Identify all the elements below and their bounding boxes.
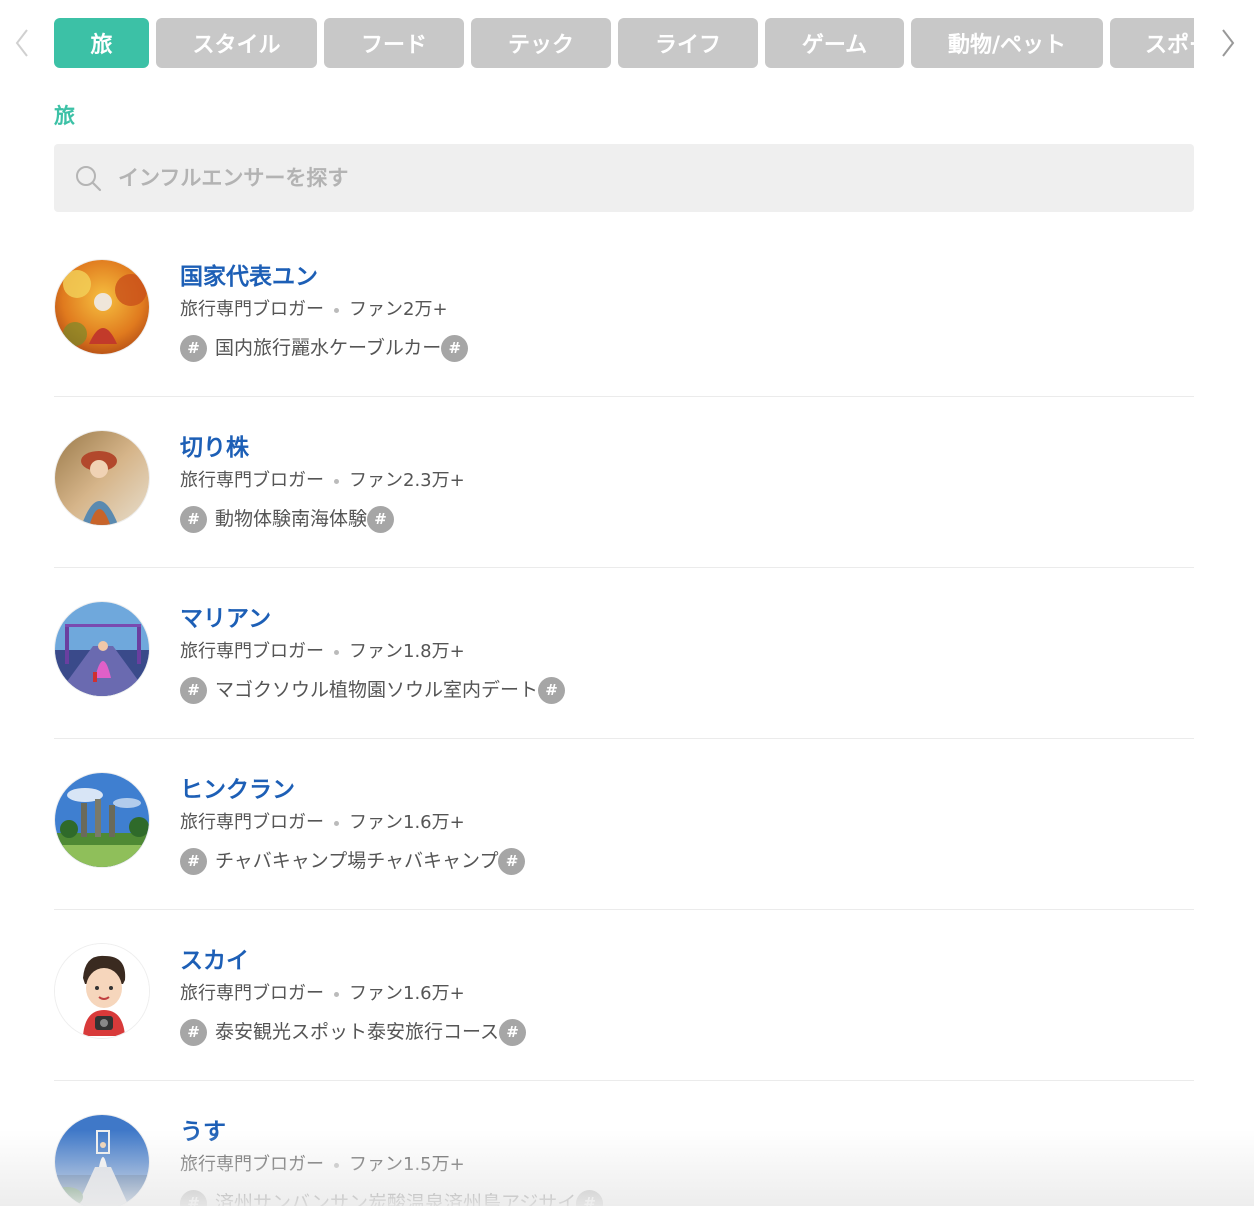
tag-text[interactable]: チャバキャンプ場チャバキャンプ xyxy=(215,847,498,875)
hashtag-icon: # xyxy=(538,676,566,704)
hashtag-icon: # xyxy=(180,1018,207,1046)
influencer-meta: 旅行専門ブロガー ファン1.8万+ xyxy=(180,640,565,664)
influencer-category: 旅行専門ブロガー xyxy=(180,812,324,833)
fan-count: ファン1.6万+ xyxy=(349,812,465,833)
avatar-image xyxy=(55,944,149,1038)
tab-style[interactable]: スタイル xyxy=(156,18,317,68)
avatar[interactable] xyxy=(54,1114,150,1206)
influencer-category: 旅行専門ブロガー xyxy=(180,641,324,662)
avatar-image xyxy=(55,1115,149,1206)
tag-text[interactable]: 動物体験南海体験 xyxy=(215,505,367,533)
influencer-info: ヒンクラン 旅行専門ブロガー ファン1.6万+ # チャバキャンプ場チャバキャン… xyxy=(180,775,526,875)
hashtag-icon: # xyxy=(441,334,469,362)
hashtag-icon: # xyxy=(180,676,207,704)
chevron-right-icon xyxy=(1222,29,1235,57)
tabs-next-button[interactable] xyxy=(1210,18,1246,68)
influencer-category: 旅行専門ブロガー xyxy=(180,299,324,320)
influencer-item[interactable]: スカイ 旅行専門ブロガー ファン1.6万+ # 泰安観光スポット泰安旅行コース … xyxy=(54,910,1194,1081)
tab-travel[interactable]: 旅 xyxy=(54,18,149,68)
avatar-image xyxy=(55,773,149,867)
influencer-info: スカイ 旅行専門ブロガー ファン1.6万+ # 泰安観光スポット泰安旅行コース … xyxy=(180,946,527,1046)
influencer-category: 旅行専門ブロガー xyxy=(180,470,324,491)
influencer-list: 国家代表ユン 旅行専門ブロガー ファン2万+ # 国内旅行麗水ケーブルカー # xyxy=(54,226,1194,1206)
avatar-image xyxy=(55,602,149,696)
tag-text[interactable]: 国内旅行麗水ケーブルカー xyxy=(215,334,441,362)
influencer-item[interactable]: マリアン 旅行専門ブロガー ファン1.8万+ # マゴクソウル植物園ソウル室内デ… xyxy=(54,568,1194,739)
chevron-left-icon xyxy=(15,29,28,57)
avatar[interactable] xyxy=(54,430,150,526)
influencer-item[interactable]: ヒンクラン 旅行専門ブロガー ファン1.6万+ # チャバキャンプ場チャバキャン… xyxy=(54,739,1194,910)
tab-sports[interactable]: スポーツ xyxy=(1110,18,1194,68)
category-tabbar: 旅 スタイル フード テック ライフ ゲーム 動物/ペット スポーツ xyxy=(0,18,1254,68)
search-bar xyxy=(54,144,1194,212)
separator-dot xyxy=(334,478,339,484)
tab-life[interactable]: ライフ xyxy=(618,18,758,68)
hashtag-icon: # xyxy=(498,847,526,875)
tab-game[interactable]: ゲーム xyxy=(765,18,904,68)
avatar[interactable] xyxy=(54,943,150,1039)
avatar-image xyxy=(55,431,149,525)
hashtag-icon: # xyxy=(576,1189,604,1206)
category-tabs: 旅 スタイル フード テック ライフ ゲーム 動物/ペット スポーツ xyxy=(54,18,1194,68)
influencer-info: 切り株 旅行専門ブロガー ファン2.3万+ # 動物体験南海体験 # xyxy=(180,433,465,533)
influencer-tags: # 国内旅行麗水ケーブルカー # xyxy=(180,334,469,362)
hashtag-icon: # xyxy=(180,505,207,533)
separator-dot xyxy=(334,991,339,997)
influencer-meta: 旅行専門ブロガー ファン1.6万+ xyxy=(180,982,526,1006)
influencer-tags: # マゴクソウル植物園ソウル室内デート # xyxy=(180,676,566,704)
influencer-meta: 旅行専門ブロガー ファン2万+ xyxy=(180,298,468,322)
separator-dot xyxy=(334,1162,339,1168)
influencer-tags: # 動物体験南海体験 # xyxy=(180,505,465,533)
avatar-image xyxy=(55,260,149,354)
tag-text[interactable]: 泰安観光スポット泰安旅行コース xyxy=(215,1018,499,1046)
influencer-name[interactable]: ヒンクラン xyxy=(180,775,525,805)
influencer-info: マリアン 旅行専門ブロガー ファン1.8万+ # マゴクソウル植物園ソウル室内デ… xyxy=(180,604,566,704)
fan-count: ファン1.8万+ xyxy=(349,641,465,662)
influencer-tags: # チャバキャンプ場チャバキャンプ # xyxy=(180,847,526,875)
separator-dot xyxy=(334,820,339,826)
influencer-name[interactable]: スカイ xyxy=(180,946,526,976)
influencer-name[interactable]: うす xyxy=(180,1117,603,1147)
hashtag-icon: # xyxy=(180,334,207,362)
section-title: 旅 xyxy=(54,104,75,128)
tabs-viewport: 旅 スタイル フード テック ライフ ゲーム 動物/ペット スポーツ xyxy=(54,18,1194,68)
tag-text[interactable]: 済州サンバンサン炭酸温泉済州島アジサイ xyxy=(215,1189,576,1206)
influencer-meta: 旅行専門ブロガー ファン1.5万+ xyxy=(180,1153,603,1177)
hashtag-icon: # xyxy=(367,505,395,533)
hashtag-icon: # xyxy=(180,847,207,875)
influencer-meta: 旅行専門ブロガー ファン1.6万+ xyxy=(180,811,525,835)
influencer-item[interactable]: 国家代表ユン 旅行専門ブロガー ファン2万+ # 国内旅行麗水ケーブルカー # xyxy=(54,226,1194,397)
influencer-name[interactable]: マリアン xyxy=(180,604,565,634)
influencer-meta: 旅行専門ブロガー ファン2.3万+ xyxy=(180,469,465,493)
influencer-info: 国家代表ユン 旅行専門ブロガー ファン2万+ # 国内旅行麗水ケーブルカー # xyxy=(180,262,469,362)
fan-count: ファン1.5万+ xyxy=(349,1154,465,1175)
influencer-tags: # 泰安観光スポット泰安旅行コース # xyxy=(180,1018,527,1046)
tab-food[interactable]: フード xyxy=(324,18,464,68)
influencer-category: 旅行専門ブロガー xyxy=(180,983,324,1004)
hashtag-icon: # xyxy=(180,1189,207,1206)
tag-text[interactable]: マゴクソウル植物園ソウル室内デート xyxy=(215,676,538,704)
influencer-info: うす 旅行専門ブロガー ファン1.5万+ # 済州サンバンサン炭酸温泉済州島アジ… xyxy=(180,1117,604,1206)
avatar[interactable] xyxy=(54,772,150,868)
influencer-tags: # 済州サンバンサン炭酸温泉済州島アジサイ # xyxy=(180,1189,604,1206)
influencer-item[interactable]: 切り株 旅行専門ブロガー ファン2.3万+ # 動物体験南海体験 # xyxy=(54,397,1194,568)
tabs-prev-button[interactable] xyxy=(4,18,40,68)
tab-tech[interactable]: テック xyxy=(471,18,611,68)
fan-count: ファン2万+ xyxy=(349,299,448,320)
search-icon xyxy=(76,166,102,192)
influencer-category: 旅行専門ブロガー xyxy=(180,1154,324,1175)
avatar[interactable] xyxy=(54,601,150,697)
influencer-name[interactable]: 国家代表ユン xyxy=(180,262,468,292)
influencer-search-input[interactable] xyxy=(118,144,1194,212)
avatar[interactable] xyxy=(54,259,150,355)
fan-count: ファン1.6万+ xyxy=(349,983,465,1004)
separator-dot xyxy=(334,649,339,655)
tab-animal-pet[interactable]: 動物/ペット xyxy=(911,18,1103,68)
hashtag-icon: # xyxy=(499,1018,527,1046)
separator-dot xyxy=(334,307,339,313)
fan-count: ファン2.3万+ xyxy=(349,470,465,491)
influencer-item[interactable]: うす 旅行専門ブロガー ファン1.5万+ # 済州サンバンサン炭酸温泉済州島アジ… xyxy=(54,1081,1194,1206)
page: 旅 スタイル フード テック ライフ ゲーム 動物/ペット スポーツ 旅 xyxy=(0,0,1254,1206)
influencer-name[interactable]: 切り株 xyxy=(180,433,465,463)
